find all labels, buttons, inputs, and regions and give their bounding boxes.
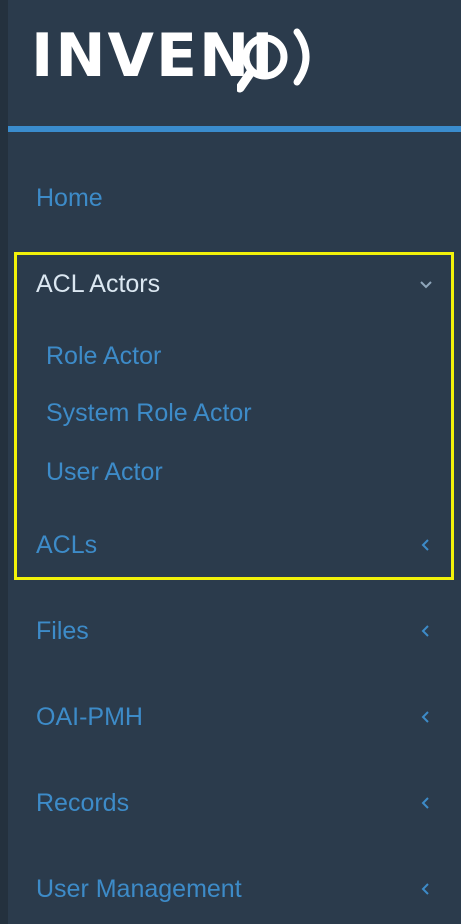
magnifier-logo-icon <box>237 28 310 93</box>
chevron-left-icon <box>421 797 429 809</box>
chevron-left-icon <box>421 625 429 637</box>
sidebar-item-label: OAI-PMH <box>36 703 143 731</box>
sidebar-subitem-system-role-actor[interactable]: System Role Actor <box>46 393 426 433</box>
chevron-left-icon <box>421 711 429 723</box>
sidebar-item-label: Files <box>36 617 89 645</box>
sidebar-item-label: Home <box>36 184 103 212</box>
sidebar-item-label: ACLs <box>36 531 98 559</box>
chevron-down-icon <box>420 281 432 289</box>
sidebar-item-acl-actors[interactable]: ACL Actors <box>36 264 436 304</box>
invenio-logo[interactable]: INVENI <box>31 22 351 106</box>
sidebar-item-label: ACL Actors <box>36 270 161 298</box>
sidebar-edge <box>0 0 8 924</box>
chevron-left-icon <box>421 883 429 895</box>
admin-sidebar: INVENI Home ACL Actors Role Actor System… <box>0 0 461 924</box>
sidebar-subitem-label: System Role Actor <box>46 399 252 427</box>
chevron-left-icon <box>421 539 429 551</box>
sidebar-item-user-management[interactable]: User Management <box>36 869 436 909</box>
sidebar-item-oai-pmh[interactable]: OAI-PMH <box>36 697 436 737</box>
sidebar-subitem-user-actor[interactable]: User Actor <box>46 452 426 492</box>
sidebar-item-acls[interactable]: ACLs <box>36 525 436 565</box>
sidebar-subitem-role-actor[interactable]: Role Actor <box>46 336 426 376</box>
sidebar-item-label: Records <box>36 789 130 817</box>
sidebar-item-files[interactable]: Files <box>36 611 436 651</box>
sidebar-item-home[interactable]: Home <box>36 178 436 218</box>
header-divider <box>8 126 461 132</box>
sidebar-item-label: User Management <box>36 875 242 903</box>
sidebar-subitem-label: Role Actor <box>46 342 162 370</box>
sidebar-subitem-label: User Actor <box>46 458 163 486</box>
sidebar-item-records[interactable]: Records <box>36 783 436 823</box>
